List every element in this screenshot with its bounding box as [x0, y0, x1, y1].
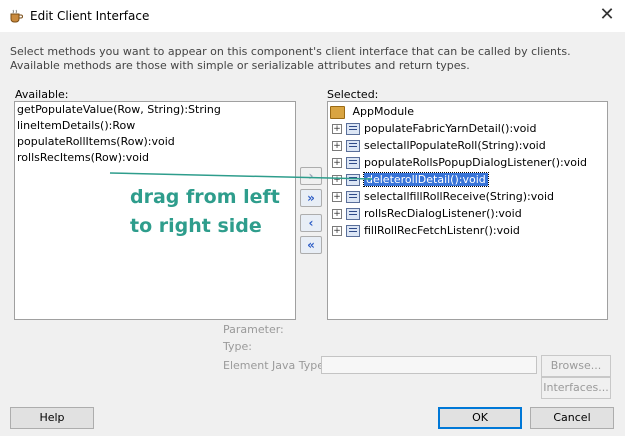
folder-icon	[330, 105, 345, 119]
tree-root[interactable]: AppModule	[330, 104, 414, 120]
cancel-button[interactable]: Cancel	[530, 407, 614, 429]
tree-item-label: deleterollDetail():void	[363, 172, 489, 187]
tree-item[interactable]: + fillRollRecFetchListenr():void	[332, 223, 520, 239]
element-java-type-field[interactable]	[321, 356, 537, 374]
tree-item[interactable]: + populateFabricYarnDetail():void	[332, 121, 536, 137]
list-item[interactable]: rollsRecItems(Row):void	[15, 150, 295, 166]
selected-tree[interactable]: AppModule + populateFabricYarnDetail():vo…	[327, 101, 608, 320]
method-icon	[346, 208, 360, 220]
expand-plus-icon[interactable]: +	[332, 226, 342, 236]
tree-item-label: selectallPopulateRoll(String):void	[364, 139, 546, 152]
list-item[interactable]: populateRollItems(Row):void	[15, 134, 295, 150]
tree-root-label: AppModule	[352, 105, 415, 118]
expand-plus-icon[interactable]: +	[332, 192, 342, 202]
tree-item[interactable]: + rollsRecDialogListener():void	[332, 206, 522, 222]
expand-plus-icon[interactable]: +	[332, 124, 342, 134]
annotation-line-1: drag from left	[130, 186, 280, 208]
double-chevron-right-icon: »	[307, 191, 315, 205]
annotation-text: drag from left to right side	[130, 183, 280, 241]
chevron-right-icon: ›	[308, 169, 314, 183]
method-icon	[346, 157, 360, 169]
tree-item[interactable]: + selectallPopulateRoll(String):void	[332, 138, 546, 154]
close-button[interactable]: ✕	[595, 4, 619, 28]
element-java-type-label: Element Java Type:	[223, 359, 328, 372]
window-title: Edit Client Interface	[30, 9, 150, 23]
coffee-cup-icon	[10, 9, 23, 23]
tree-item[interactable]: + selectallfillRollReceive(String):void	[332, 189, 554, 205]
expand-plus-icon[interactable]: +	[332, 175, 342, 185]
tree-item-label: selectallfillRollReceive(String):void	[364, 190, 555, 203]
instructions-text: Select methods you want to appear on thi…	[10, 45, 571, 72]
help-button[interactable]: Help	[10, 407, 94, 429]
remove-button[interactable]: ‹	[300, 214, 322, 232]
list-item[interactable]: lineItemDetails():Row	[15, 118, 295, 134]
selected-label: Selected:	[327, 88, 379, 101]
tree-item-label: populateFabricYarnDetail():void	[364, 122, 537, 135]
tree-item-label: populateRollsPopupDialogListener():void	[364, 156, 588, 169]
method-icon	[346, 140, 360, 152]
tree-item[interactable]: + populateRollsPopupDialogListener():void	[332, 155, 587, 171]
tree-item-selected[interactable]: + deleterollDetail():void	[332, 172, 489, 188]
tree-item-label: fillRollRecFetchListenr():void	[364, 224, 520, 237]
expand-plus-icon[interactable]: +	[332, 141, 342, 151]
chevron-left-icon: ‹	[308, 216, 314, 230]
expand-plus-icon[interactable]: +	[332, 209, 342, 219]
close-icon: ✕	[599, 4, 615, 25]
parameter-label: Parameter:	[223, 323, 284, 336]
add-button[interactable]: ›	[300, 167, 322, 185]
list-item[interactable]: getPopulateValue(Row, String):String	[15, 102, 295, 118]
browse-button[interactable]: Browse...	[541, 355, 611, 377]
method-icon	[346, 174, 360, 186]
method-icon	[346, 123, 360, 135]
annotation-line-2: to right side	[130, 215, 262, 237]
interfaces-button[interactable]: Interfaces...	[541, 377, 611, 399]
double-chevron-left-icon: «	[307, 238, 315, 252]
title-bar: Edit Client Interface ✕	[0, 0, 625, 33]
method-icon	[346, 225, 360, 237]
add-all-button[interactable]: »	[300, 189, 322, 207]
ok-button[interactable]: OK	[438, 407, 522, 429]
method-icon	[346, 191, 360, 203]
available-label: Available:	[15, 88, 69, 101]
remove-all-button[interactable]: «	[300, 236, 322, 254]
expand-plus-icon[interactable]: +	[332, 158, 342, 168]
tree-item-label: rollsRecDialogListener():void	[364, 207, 522, 220]
type-label: Type:	[223, 340, 252, 353]
